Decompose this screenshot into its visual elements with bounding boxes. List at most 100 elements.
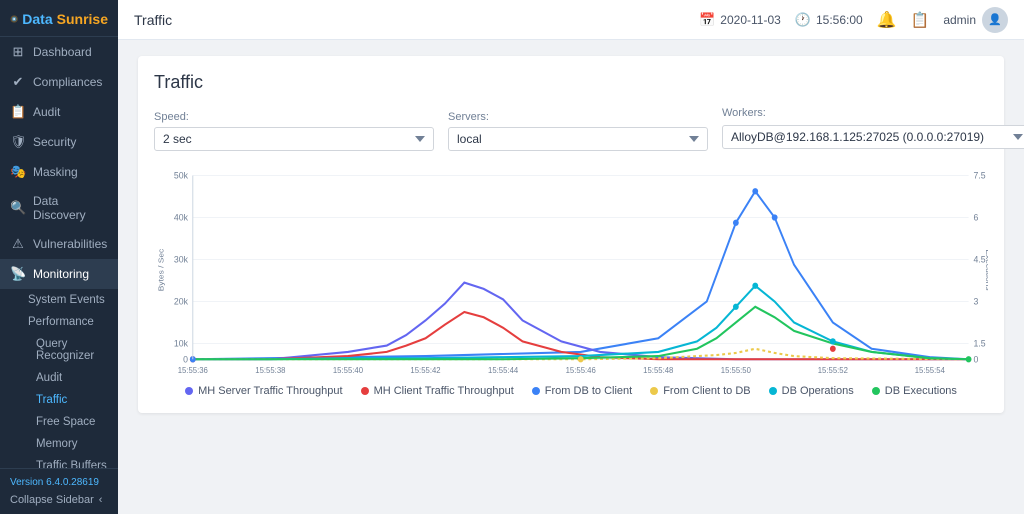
svg-text:20k: 20k: [174, 296, 188, 306]
svg-text:30k: 30k: [174, 254, 188, 264]
admin-label: admin: [943, 13, 976, 27]
chevron-left-icon: ‹: [99, 494, 103, 506]
data-discovery-icon: 🔍: [10, 200, 26, 216]
audit-icon: 📋: [10, 104, 26, 120]
svg-text:15:55:38: 15:55:38: [255, 366, 286, 375]
compliances-icon: ✔: [10, 74, 26, 90]
speed-filter-group: Speed: 2 sec 1 sec 5 sec 10 sec 30 sec: [154, 111, 434, 151]
header-right: 📅 2020-11-03 🕐 15:56:00 🔔 📋 admin 👤: [699, 7, 1008, 33]
sidebar-sub-performance[interactable]: Performance: [0, 311, 118, 333]
svg-text:15:55:42: 15:55:42: [410, 366, 441, 375]
sub-item-label: Memory: [36, 438, 78, 450]
svg-text:Bytes / Sec: Bytes / Sec: [157, 249, 166, 291]
sidebar-item-vulnerabilities[interactable]: ⚠ Vulnerabilities: [0, 229, 118, 259]
svg-text:15:55:44: 15:55:44: [488, 366, 519, 375]
avatar: 👤: [982, 7, 1008, 33]
sidebar-item-label: Audit: [33, 105, 60, 119]
svg-text:6: 6: [973, 212, 978, 222]
sidebar-item-monitoring[interactable]: 📡 Monitoring: [0, 259, 118, 289]
workers-select[interactable]: AlloyDB@192.168.1.125:27025 (0.0.0.0:270…: [722, 125, 1024, 149]
legend-db-operations: DB Operations: [769, 385, 854, 397]
svg-text:50k: 50k: [174, 170, 188, 180]
sidebar-item-label: Security: [33, 135, 76, 149]
sidebar-item-label: Data Discovery: [33, 194, 108, 222]
sidebar-footer: Version 6.4.0.28619 Collapse Sidebar ‹: [0, 468, 118, 514]
notifications-icon[interactable]: 🔔: [877, 10, 897, 30]
page-breadcrumb: Traffic: [134, 12, 172, 28]
sidebar-sub-query-recognizer[interactable]: Query Recognizer: [0, 333, 118, 367]
logo-icon: [10, 10, 18, 28]
logo-data-text: Data: [22, 11, 52, 27]
sidebar-item-label: Monitoring: [33, 267, 89, 281]
user-menu[interactable]: admin 👤: [943, 7, 1008, 33]
sub-item-label: Free Space: [36, 416, 95, 428]
sidebar-sub-traffic[interactable]: Traffic: [0, 389, 118, 411]
version-text: Version 6.4.0.28619: [10, 477, 108, 488]
speed-label: Speed:: [154, 111, 434, 123]
traffic-chart: 50k 40k 30k 20k 10k 0 7.5 6 4.5 3 1.5 0 …: [154, 165, 988, 375]
sidebar-item-label: Vulnerabilities: [33, 237, 107, 251]
svg-text:15:55:50: 15:55:50: [721, 366, 752, 375]
svg-text:0: 0: [183, 354, 188, 364]
main-area: Traffic 📅 2020-11-03 🕐 15:56:00 🔔 📋 admi…: [118, 0, 1024, 514]
svg-text:40k: 40k: [174, 212, 188, 222]
sub-item-label: Traffic: [36, 394, 67, 406]
svg-text:15:55:46: 15:55:46: [566, 366, 597, 375]
sidebar-item-masking[interactable]: 🎭 Masking: [0, 157, 118, 187]
sidebar-item-audit[interactable]: 📋 Audit: [0, 97, 118, 127]
logo-sunrise-text: Sunrise: [57, 11, 108, 27]
monitoring-icon: 📡: [10, 266, 26, 282]
dashboard-icon: ⊞: [10, 44, 26, 60]
collapse-sidebar-button[interactable]: Collapse Sidebar ‹: [10, 494, 108, 506]
calendar-icon: 📅: [699, 12, 715, 28]
sidebar-item-data-discovery[interactable]: 🔍 Data Discovery: [0, 187, 118, 229]
sidebar-sub-memory[interactable]: Memory: [0, 433, 118, 455]
legend-mh-client: MH Client Traffic Throughput: [361, 385, 514, 397]
svg-text:15:55:36: 15:55:36: [178, 366, 209, 375]
legend-dot: [769, 387, 777, 395]
speed-select[interactable]: 2 sec 1 sec 5 sec 10 sec 30 sec: [154, 127, 434, 151]
masking-icon: 🎭: [10, 164, 26, 180]
sidebar-sub-traffic-buffers[interactable]: Traffic Buffers: [0, 455, 118, 468]
sidebar-item-label: Compliances: [33, 75, 102, 89]
legend-mh-server: MH Server Traffic Throughput: [185, 385, 343, 397]
sidebar-item-dashboard[interactable]: ⊞ Dashboard: [0, 37, 118, 67]
copy-icon[interactable]: 📋: [911, 11, 930, 29]
sidebar-sub-free-space[interactable]: Free Space: [0, 411, 118, 433]
legend-dot: [650, 387, 658, 395]
security-icon: 🛡: [10, 134, 26, 150]
page-title: Traffic: [154, 72, 988, 93]
sidebar: Data Sunrise ⊞ Dashboard ✔ Compliances 📋…: [0, 0, 118, 514]
legend-label: From DB to Client: [545, 385, 632, 397]
sidebar-sub-system-events[interactable]: System Events: [0, 289, 118, 311]
svg-text:Executions: Executions: [984, 249, 988, 290]
sidebar-item-compliances[interactable]: ✔ Compliances: [0, 67, 118, 97]
content-area: Traffic Speed: 2 sec 1 sec 5 sec 10 sec …: [118, 40, 1024, 514]
sub-item-label: Performance: [28, 316, 94, 328]
servers-label: Servers:: [448, 111, 708, 123]
legend-db-to-client: From DB to Client: [532, 385, 632, 397]
svg-text:15:55:40: 15:55:40: [333, 366, 364, 375]
svg-text:7.5: 7.5: [973, 170, 985, 180]
sub-item-label: System Events: [28, 294, 105, 306]
traffic-card: Traffic Speed: 2 sec 1 sec 5 sec 10 sec …: [138, 56, 1004, 413]
sidebar-item-security[interactable]: 🛡 Security: [0, 127, 118, 157]
header-date: 📅 2020-11-03: [699, 12, 781, 28]
legend-db-executions: DB Executions: [872, 385, 957, 397]
sidebar-sub-audit-mon[interactable]: Audit: [0, 367, 118, 389]
header: Traffic 📅 2020-11-03 🕐 15:56:00 🔔 📋 admi…: [118, 0, 1024, 40]
sidebar-item-label: Dashboard: [33, 45, 92, 59]
header-time: 🕐 15:56:00: [795, 12, 863, 28]
workers-label: Workers:: [722, 107, 1024, 119]
chart-svg: 50k 40k 30k 20k 10k 0 7.5 6 4.5 3 1.5 0 …: [154, 165, 988, 375]
collapse-label: Collapse Sidebar: [10, 494, 94, 506]
time-value: 15:56:00: [816, 13, 863, 27]
logo: Data Sunrise: [0, 0, 118, 37]
date-value: 2020-11-03: [720, 13, 781, 27]
svg-text:1.5: 1.5: [973, 338, 985, 348]
legend-dot: [872, 387, 880, 395]
sub-item-label: Audit: [36, 372, 62, 384]
legend-dot: [532, 387, 540, 395]
servers-select[interactable]: local remote: [448, 127, 708, 151]
svg-text:0: 0: [973, 354, 978, 364]
